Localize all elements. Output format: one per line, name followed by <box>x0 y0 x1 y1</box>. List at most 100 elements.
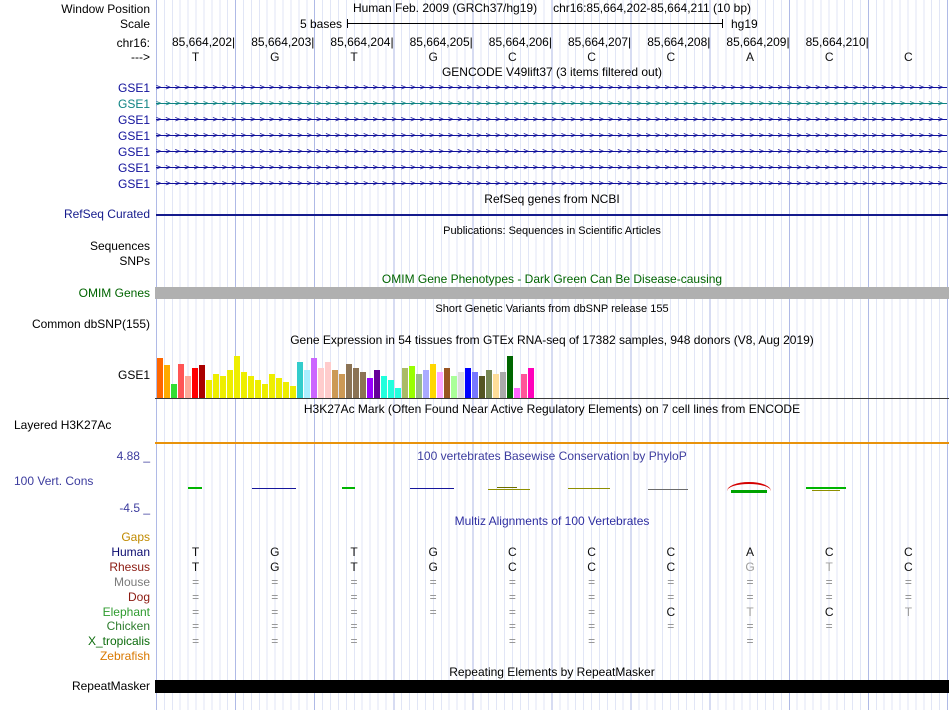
alignment-cell: = <box>904 574 912 589</box>
gtex-tissue-bar[interactable] <box>493 374 499 398</box>
gtex-tissue-bar[interactable] <box>199 365 205 398</box>
gtex-tissue-bar[interactable] <box>451 376 457 398</box>
gencode-transcript[interactable]: >>>>>>>>>>>>>>>>>>>>>>>>>>>>>>>>>>>>>>>>… <box>156 80 948 96</box>
gtex-tissue-bar[interactable] <box>185 376 191 398</box>
gtex-tissue-bar[interactable] <box>164 365 170 398</box>
track-label-snps[interactable]: SNPs <box>0 254 150 268</box>
gtex-tissue-bar[interactable] <box>318 368 324 398</box>
track-label-layered-h3k27ac[interactable]: Layered H3K27Ac <box>14 418 111 432</box>
species-label-mouse[interactable]: Mouse <box>0 575 150 590</box>
species-label-elephant[interactable]: Elephant <box>0 605 150 620</box>
track-label-gencode-gse1[interactable]: GSE1 <box>0 128 150 144</box>
gtex-tissue-bar[interactable] <box>311 358 317 398</box>
track-label-100-vert-cons[interactable]: 100 Vert. Cons <box>14 474 93 488</box>
alignment-cell: C <box>666 544 676 559</box>
gtex-tissue-bar[interactable] <box>416 374 422 398</box>
gtex-tissue-bar[interactable] <box>269 374 275 398</box>
track-label-refseq-curated[interactable]: RefSeq Curated <box>0 207 150 221</box>
gtex-tissue-bar[interactable] <box>248 376 254 398</box>
gtex-tissue-bar[interactable] <box>297 362 303 398</box>
gtex-barchart[interactable] <box>157 352 537 398</box>
track-label-gtex-gse1[interactable]: GSE1 <box>0 368 150 382</box>
gencode-transcript[interactable]: >>>>>>>>>>>>>>>>>>>>>>>>>>>>>>>>>>>>>>>>… <box>156 112 948 128</box>
species-label-zebrafish[interactable]: Zebrafish <box>0 649 150 664</box>
refseq-curated-line[interactable] <box>156 214 948 216</box>
gtex-tissue-bar[interactable] <box>479 376 485 398</box>
gtex-tissue-bar[interactable] <box>360 372 366 398</box>
gtex-tissue-bar[interactable] <box>423 370 429 398</box>
track-label-gencode-gse1[interactable]: GSE1 <box>0 176 150 192</box>
track-label-gencode-gse1[interactable]: GSE1 <box>0 144 150 160</box>
track-label-repeatmasker[interactable]: RepeatMasker <box>0 680 150 693</box>
gtex-tissue-bar[interactable] <box>332 370 338 398</box>
gtex-tissue-bar[interactable] <box>206 380 212 398</box>
gtex-tissue-bar[interactable] <box>458 372 464 398</box>
track-label-gencode-gse1[interactable]: GSE1 <box>0 160 150 176</box>
gtex-tissue-bar[interactable] <box>283 382 289 398</box>
gtex-tissue-bar[interactable] <box>346 364 352 398</box>
transcript-direction-arrows: >>>>>>>>>>>>>>>>>>>>>>>>>>>>>>>>>>>>>>>>… <box>156 163 948 173</box>
gtex-tissue-bar[interactable] <box>528 368 534 398</box>
ruler-position: 85,664,210| <box>805 35 869 49</box>
gtex-tissue-bar[interactable] <box>213 374 219 398</box>
track-label-common-dbsnp[interactable]: Common dbSNP(155) <box>0 317 150 331</box>
gtex-tissue-bar[interactable] <box>157 358 163 398</box>
track-label-gencode-gse1[interactable]: GSE1 <box>0 80 150 96</box>
gtex-tissue-bar[interactable] <box>276 378 282 398</box>
gtex-tissue-bar[interactable] <box>465 368 471 398</box>
gtex-tissue-bar[interactable] <box>500 372 506 398</box>
gtex-tissue-bar[interactable] <box>402 368 408 398</box>
gtex-tissue-bar[interactable] <box>220 376 226 398</box>
gtex-tissue-bar[interactable] <box>521 374 527 398</box>
omim-genes-bar[interactable] <box>155 287 949 299</box>
repeatmasker-element-bar[interactable] <box>155 680 949 693</box>
gencode-transcript[interactable]: >>>>>>>>>>>>>>>>>>>>>>>>>>>>>>>>>>>>>>>>… <box>156 176 948 192</box>
gtex-tissue-bar[interactable] <box>381 376 387 398</box>
gtex-tissue-bar[interactable] <box>367 378 373 398</box>
h3k27ac-signal-baseline <box>155 442 949 444</box>
gtex-tissue-bar[interactable] <box>234 356 240 398</box>
alignment-cell: C <box>587 544 596 559</box>
gtex-tissue-bar[interactable] <box>290 386 296 398</box>
gtex-tissue-bar[interactable] <box>255 380 261 398</box>
gtex-tissue-bar[interactable] <box>507 356 513 398</box>
gencode-transcript[interactable]: >>>>>>>>>>>>>>>>>>>>>>>>>>>>>>>>>>>>>>>>… <box>156 144 948 160</box>
gtex-tissue-bar[interactable] <box>262 384 268 398</box>
species-label-dog[interactable]: Dog <box>0 590 150 605</box>
species-label-chicken[interactable]: Chicken <box>0 619 150 634</box>
gtex-tissue-bar[interactable] <box>304 370 310 398</box>
track-label-sequences[interactable]: Sequences <box>0 239 150 253</box>
gtex-tissue-bar[interactable] <box>353 368 359 398</box>
species-label-rhesus[interactable]: Rhesus <box>0 560 150 575</box>
gtex-tissue-bar[interactable] <box>388 380 394 398</box>
scale-bar <box>347 19 723 28</box>
gtex-tissue-bar[interactable] <box>325 362 331 398</box>
gtex-tissue-bar[interactable] <box>178 364 184 398</box>
gtex-tissue-bar[interactable] <box>192 368 198 398</box>
gtex-tissue-bar[interactable] <box>437 372 443 398</box>
track-label-omim-genes[interactable]: OMIM Genes <box>0 287 150 299</box>
species-label-gaps[interactable]: Gaps <box>0 530 150 545</box>
gtex-tissue-bar[interactable] <box>514 388 520 398</box>
gtex-tissue-bar[interactable] <box>472 372 478 398</box>
base-letter: T <box>350 50 358 64</box>
species-label-human[interactable]: Human <box>0 545 150 560</box>
gtex-tissue-bar[interactable] <box>374 370 380 398</box>
conservation-min-value: -4.5 _ <box>119 501 150 515</box>
gtex-tissue-bar[interactable] <box>395 388 401 398</box>
gtex-tissue-bar[interactable] <box>444 368 450 398</box>
gencode-transcript[interactable]: >>>>>>>>>>>>>>>>>>>>>>>>>>>>>>>>>>>>>>>>… <box>156 160 948 176</box>
gencode-transcript[interactable]: >>>>>>>>>>>>>>>>>>>>>>>>>>>>>>>>>>>>>>>>… <box>156 128 948 144</box>
gtex-tissue-bar[interactable] <box>241 372 247 398</box>
track-label-gencode-gse1[interactable]: GSE1 <box>0 112 150 128</box>
gtex-tissue-bar[interactable] <box>409 366 415 398</box>
gencode-transcript[interactable]: >>>>>>>>>>>>>>>>>>>>>>>>>>>>>>>>>>>>>>>>… <box>156 96 948 112</box>
gtex-tissue-bar[interactable] <box>171 384 177 398</box>
gtex-tissue-bar[interactable] <box>486 370 492 398</box>
gtex-tissue-bar[interactable] <box>430 364 436 398</box>
transcript-direction-arrows: >>>>>>>>>>>>>>>>>>>>>>>>>>>>>>>>>>>>>>>>… <box>156 99 948 109</box>
track-label-gencode-gse1[interactable]: GSE1 <box>0 96 150 112</box>
species-label-x_tropicalis[interactable]: X_tropicalis <box>0 634 150 649</box>
gtex-tissue-bar[interactable] <box>227 370 233 398</box>
gtex-tissue-bar[interactable] <box>339 374 345 398</box>
